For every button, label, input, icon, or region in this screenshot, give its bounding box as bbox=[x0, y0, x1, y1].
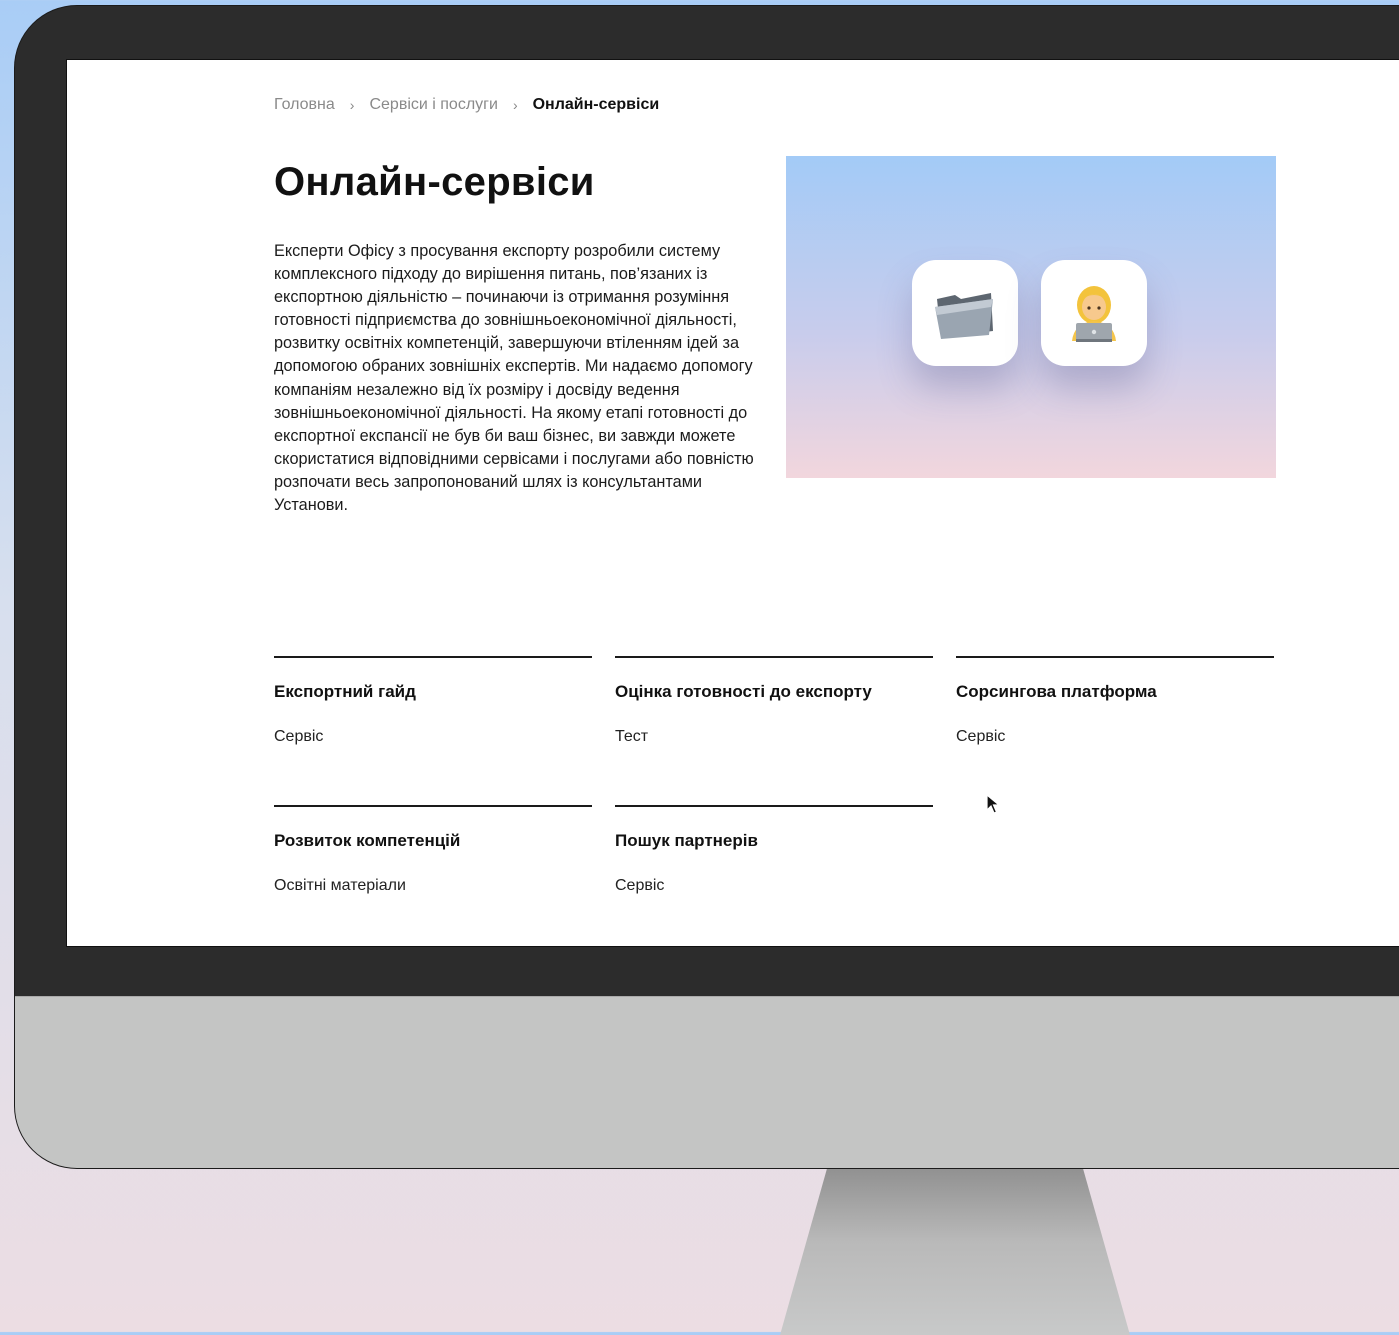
service-card-readiness-test[interactable]: Оцінка готовності до експорту Тест bbox=[615, 656, 933, 805]
service-title[interactable]: Оцінка готовності до експорту bbox=[615, 682, 933, 702]
service-title[interactable]: Сорсингова платформа bbox=[956, 682, 1274, 702]
hero-illustration bbox=[786, 156, 1276, 478]
services-grid: Експортний гайд Сервіс Оцінка готовності… bbox=[274, 656, 1276, 946]
service-type: Сервіс bbox=[956, 728, 1006, 745]
page-title: Онлайн-сервіси bbox=[274, 160, 595, 204]
person-with-laptop-icon bbox=[1072, 286, 1116, 342]
service-card-export-guide[interactable]: Експортний гайд Сервіс bbox=[274, 656, 592, 805]
monitor-stand bbox=[780, 1165, 1130, 1335]
browser-screen: Головна › Сервіси і послуги › Онлайн-сер… bbox=[66, 59, 1399, 947]
folder-icon bbox=[935, 293, 993, 339]
service-title[interactable]: Експортний гайд bbox=[274, 682, 592, 702]
service-title[interactable]: Розвиток компетенцій bbox=[274, 831, 592, 851]
service-type: Тест bbox=[615, 728, 649, 745]
intro-text: Експерти Офісу з просування експорту роз… bbox=[274, 242, 754, 515]
mouse-cursor-icon bbox=[986, 794, 1000, 814]
service-type: Освітні матеріали bbox=[274, 877, 406, 894]
folder-tile bbox=[912, 260, 1018, 366]
service-card-partner-search[interactable]: Пошук партнерів Сервіс bbox=[615, 805, 933, 946]
chevron-right-icon: › bbox=[349, 97, 355, 113]
monitor-frame: Головна › Сервіси і послуги › Онлайн-сер… bbox=[15, 6, 1399, 1168]
breadcrumb: Головна › Сервіси і послуги › Онлайн-сер… bbox=[274, 96, 659, 114]
service-card-competence[interactable]: Розвиток компетенцій Освітні матеріали bbox=[274, 805, 592, 946]
service-title[interactable]: Пошук партнерів bbox=[615, 831, 933, 851]
breadcrumb-current: Онлайн-сервіси bbox=[532, 96, 660, 113]
service-card-sourcing-platform[interactable]: Сорсингова платформа Сервіс bbox=[956, 656, 1274, 805]
service-type: Сервіс bbox=[274, 728, 324, 745]
breadcrumb-home-link[interactable]: Головна bbox=[274, 96, 335, 114]
breadcrumb-services-link[interactable]: Сервіси і послуги bbox=[369, 96, 497, 114]
service-type: Сервіс bbox=[615, 877, 665, 894]
monitor-chin bbox=[15, 996, 1399, 1168]
chevron-right-icon: › bbox=[512, 97, 518, 113]
person-tile bbox=[1041, 260, 1147, 366]
